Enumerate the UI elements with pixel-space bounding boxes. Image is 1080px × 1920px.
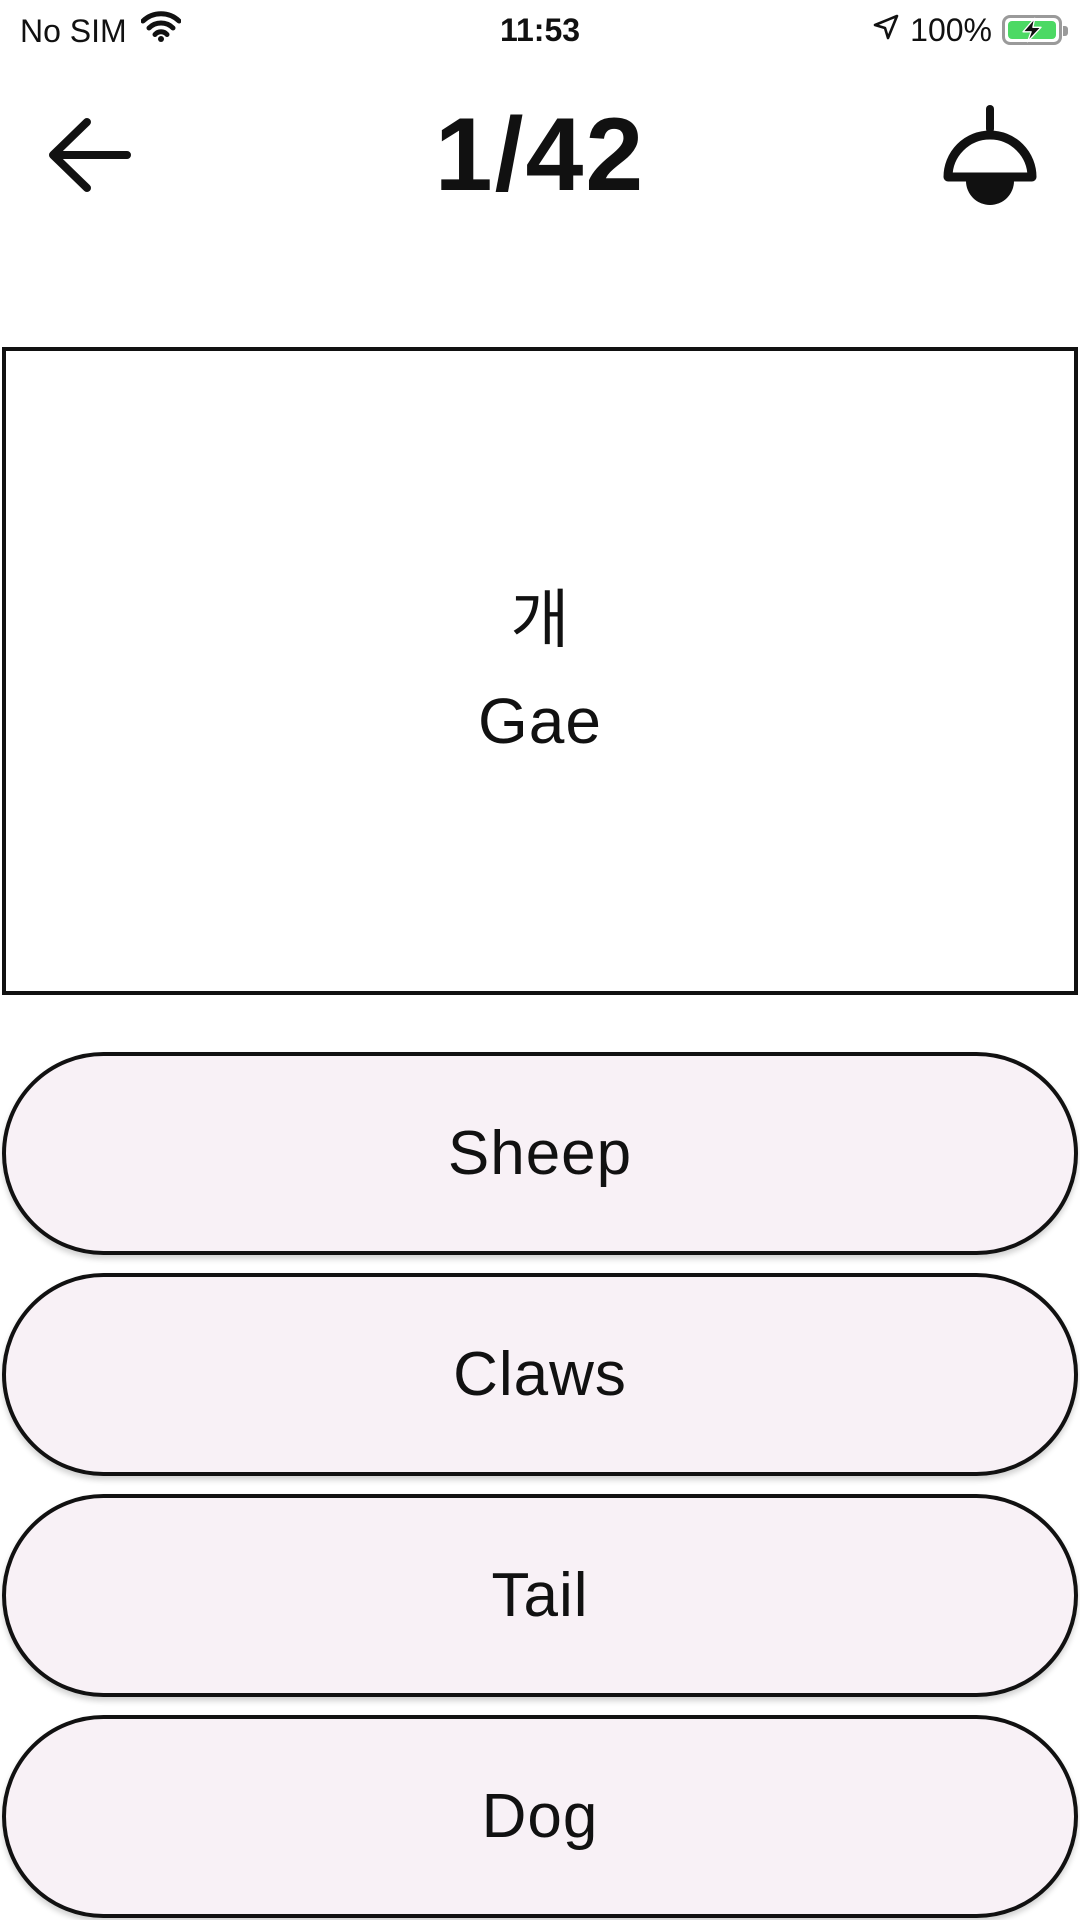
charging-bolt-icon xyxy=(1022,17,1042,43)
status-right: 100% xyxy=(872,10,1068,50)
progress-counter: 1/42 xyxy=(434,97,646,213)
flashcard: 개 Gae xyxy=(2,347,1078,995)
battery-cap xyxy=(1063,26,1068,36)
pendant-lamp-icon xyxy=(943,105,1037,205)
flashcard-screen: No SIM 11:53 100% 1/42 개 Gae Sheep Claws… xyxy=(0,0,1080,1920)
card-romanization: Gae xyxy=(478,685,602,757)
answer-button-tail[interactable]: Tail xyxy=(2,1494,1078,1697)
location-arrow-icon xyxy=(872,10,900,50)
hint-lamp-button[interactable] xyxy=(930,95,1050,215)
battery-percent: 100% xyxy=(910,12,992,48)
card-word: 개 xyxy=(510,584,570,658)
answer-button-dog[interactable]: Dog xyxy=(2,1715,1078,1918)
answer-button-sheep[interactable]: Sheep xyxy=(2,1052,1078,1255)
status-bar: No SIM 11:53 100% xyxy=(0,0,1080,60)
answer-button-claws[interactable]: Claws xyxy=(2,1273,1078,1476)
header: 1/42 xyxy=(0,80,1080,230)
battery-charging-icon xyxy=(1002,15,1068,45)
